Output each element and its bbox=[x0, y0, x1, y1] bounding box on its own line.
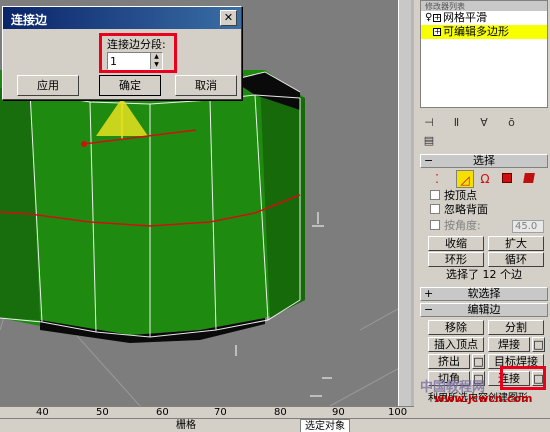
lightbulb-icon[interactable]: ♀ bbox=[425, 12, 433, 23]
grid-snap-label[interactable]: 栅格 bbox=[176, 419, 196, 432]
command-panel: 修改器列表 ♀ + 网格平滑 + 可编辑多边形 ⊣ Ⅱ ∀ ō ▤ − 选择 ⁚… bbox=[416, 0, 550, 406]
modifier-item-meshsmooth[interactable]: ♀ + 网格平滑 bbox=[421, 11, 547, 25]
stack-toolbar: ⊣ Ⅱ ∀ ō ▤ bbox=[420, 114, 548, 147]
make-unique-icon[interactable]: ∀ bbox=[475, 114, 493, 132]
connect-edges-dialog: 连接边 ✕ 连接边分段: ▲▼ 应用 确定 取消 bbox=[2, 6, 242, 100]
remove-button[interactable]: 移除 bbox=[428, 320, 484, 335]
expand-icon: + bbox=[424, 287, 434, 300]
modifier-list-header: 修改器列表 bbox=[421, 1, 547, 11]
rollout-title: 软选择 bbox=[467, 287, 501, 300]
time-ruler[interactable]: 40 50 60 70 80 90 100 bbox=[0, 406, 414, 418]
modifier-label: 网格平滑 bbox=[443, 11, 487, 24]
weld-settings-icon[interactable]: □ bbox=[532, 337, 545, 352]
highlight-segments-box bbox=[99, 33, 177, 73]
collapse-icon: − bbox=[424, 154, 434, 167]
show-end-result-icon[interactable]: Ⅱ bbox=[448, 114, 466, 132]
modifier-label: 可编辑多边形 bbox=[443, 25, 509, 38]
watermark-url: www.jcwcn.com bbox=[434, 392, 533, 405]
loop-button[interactable]: 循环 bbox=[488, 252, 544, 267]
border-level-icon[interactable]: Ω bbox=[476, 170, 494, 188]
collapse-icon: − bbox=[424, 303, 434, 316]
dialog-title: 连接边 bbox=[11, 13, 48, 27]
status-bar: 栅格 选定对象 bbox=[0, 418, 550, 432]
by-vertex-checkbox[interactable]: 按顶点 bbox=[430, 190, 477, 202]
edit-edges-rollout-header[interactable]: − 编辑边 bbox=[420, 303, 548, 317]
close-icon[interactable]: ✕ bbox=[220, 10, 237, 26]
active-viewport-marker bbox=[411, 0, 412, 406]
configure-sets-icon[interactable]: ▤ bbox=[420, 132, 438, 150]
selection-status: 选择了 12 个边 bbox=[446, 268, 522, 281]
grow-button[interactable]: 扩大 bbox=[488, 236, 544, 251]
edge-level-icon[interactable]: ◿ bbox=[456, 170, 474, 188]
element-level-icon[interactable] bbox=[520, 170, 538, 188]
weld-button[interactable]: 焊接 bbox=[488, 337, 530, 352]
modifier-item-editable-poly[interactable]: + 可编辑多边形 bbox=[421, 25, 547, 39]
by-angle-checkbox[interactable]: 按角度: bbox=[430, 220, 481, 232]
dialog-titlebar[interactable]: 连接边 ✕ bbox=[3, 7, 241, 29]
extrude-settings-icon[interactable]: □ bbox=[472, 354, 485, 369]
vertex-level-icon[interactable]: ⁚ bbox=[428, 170, 446, 188]
extrude-button[interactable]: 挤出 bbox=[428, 354, 470, 369]
expand-icon[interactable]: + bbox=[433, 28, 441, 36]
modifier-stack[interactable]: 修改器列表 ♀ + 网格平滑 + 可编辑多边形 bbox=[420, 0, 548, 108]
shrink-button[interactable]: 收缩 bbox=[428, 236, 484, 251]
soft-selection-rollout-header[interactable]: + 软选择 bbox=[420, 287, 548, 301]
pin-stack-icon[interactable]: ⊣ bbox=[420, 114, 438, 132]
ring-button[interactable]: 环形 bbox=[428, 252, 484, 267]
selection-filter-dropdown[interactable]: 选定对象 bbox=[300, 419, 350, 432]
angle-input[interactable]: 45.0 bbox=[512, 220, 544, 233]
insert-vertex-button[interactable]: 插入顶点 bbox=[428, 337, 484, 352]
expand-icon[interactable]: + bbox=[433, 14, 441, 22]
polygon-level-icon[interactable] bbox=[498, 170, 516, 188]
ok-button[interactable]: 确定 bbox=[99, 75, 161, 96]
watermark: 中国教程网 www.jcwcn.com bbox=[416, 376, 548, 406]
selection-rollout-header[interactable]: − 选择 bbox=[420, 154, 548, 168]
rollout-title: 编辑边 bbox=[467, 303, 501, 316]
cancel-button[interactable]: 取消 bbox=[175, 75, 237, 96]
rollout-title: 选择 bbox=[473, 154, 495, 167]
apply-button[interactable]: 应用 bbox=[17, 75, 79, 96]
ignore-backfacing-checkbox[interactable]: 忽略背面 bbox=[430, 204, 488, 216]
remove-modifier-icon[interactable]: ō bbox=[503, 114, 521, 132]
split-button[interactable]: 分割 bbox=[488, 320, 544, 335]
